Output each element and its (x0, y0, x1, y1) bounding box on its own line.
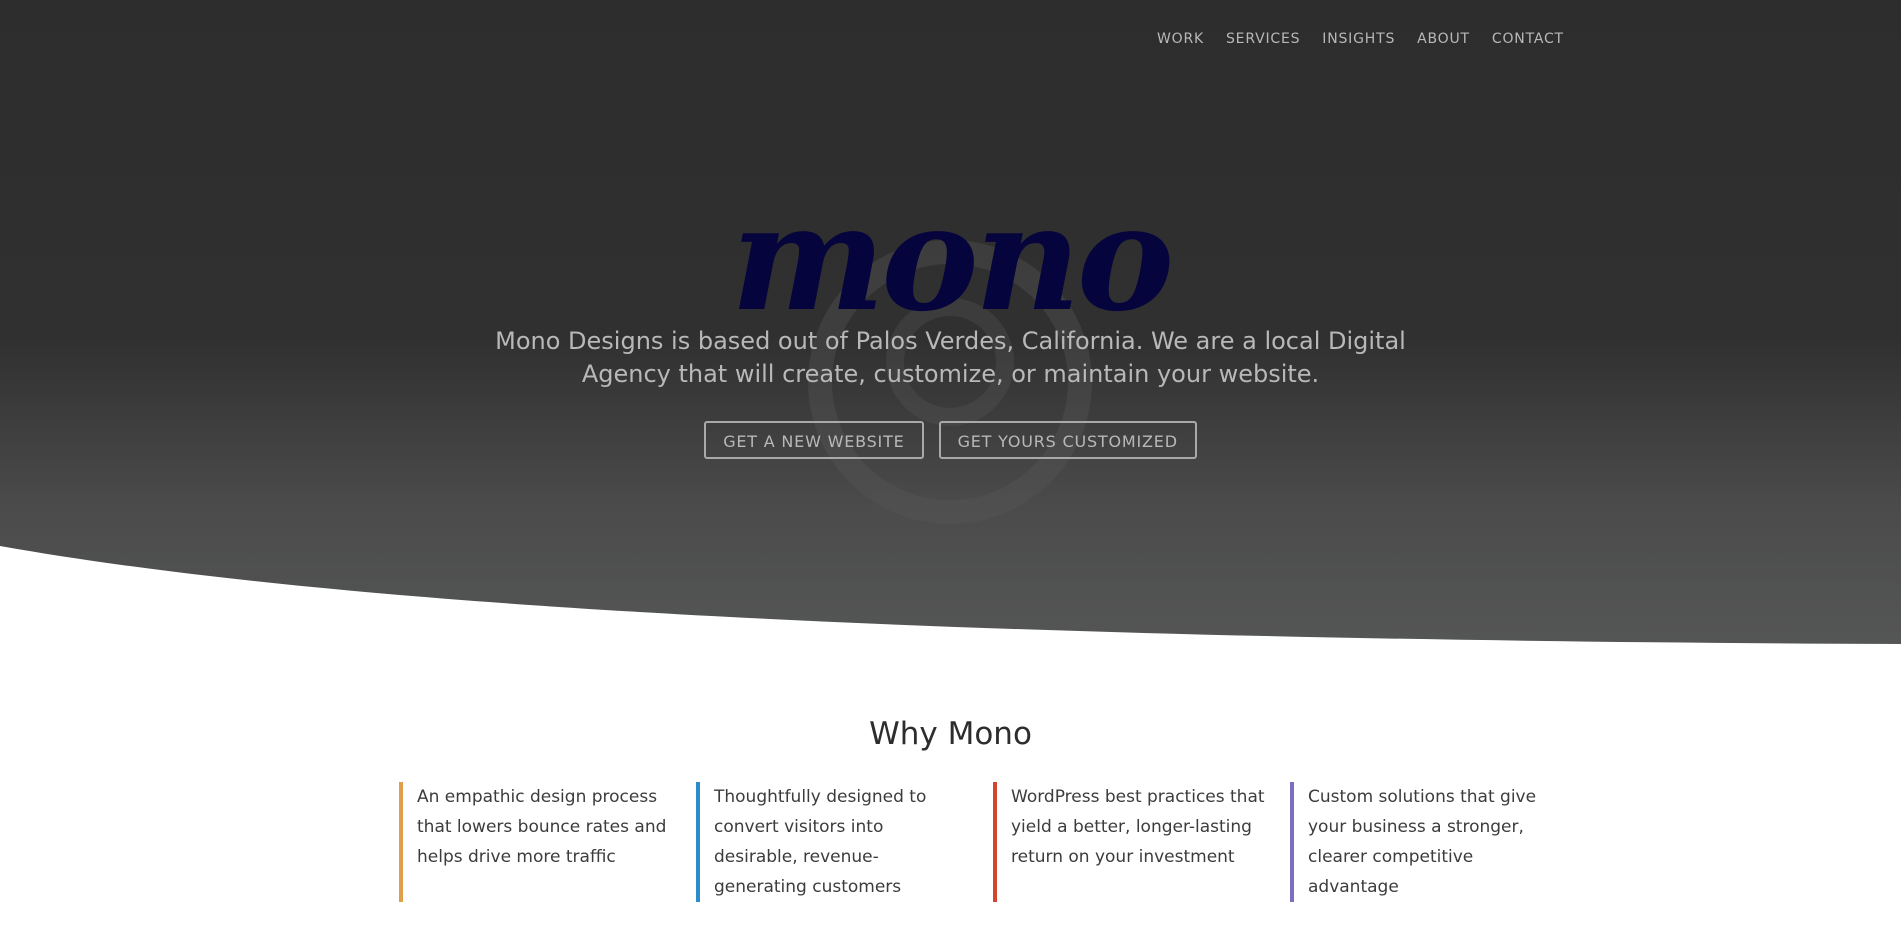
feature-item: Custom solutions that give your business… (1290, 782, 1569, 902)
hero-tagline-line-2: Agency that will create, customize, or m… (581, 360, 1320, 388)
hero-tagline: Mono Designs is based out of Palos Verde… (0, 325, 1901, 391)
nav-services[interactable]: SERVICES (1226, 31, 1300, 47)
page: WORK SERVICES INSIGHTS ABOUT CONTACT mon… (0, 0, 1901, 938)
get-customized-button[interactable]: GET YOURS CUSTOMIZED (938, 421, 1197, 459)
nav-work[interactable]: WORK (1157, 31, 1204, 47)
nav-insights[interactable]: INSIGHTS (1322, 31, 1395, 47)
site-logo[interactable]: mono (0, 186, 1901, 332)
feature-item: WordPress best practices that yield a be… (993, 782, 1272, 902)
feature-item: An empathic design process that lowers b… (399, 782, 678, 902)
nav-contact[interactable]: CONTACT (1492, 31, 1564, 47)
features-row: An empathic design process that lowers b… (399, 782, 1587, 902)
nav-about[interactable]: ABOUT (1417, 31, 1470, 47)
why-mono-heading: Why Mono (869, 716, 1032, 752)
feature-item: Thoughtfully designed to convert visitor… (696, 782, 975, 902)
hero-tagline-line-1: Mono Designs is based out of Palos Verde… (495, 327, 1406, 355)
hero-cta-group: GET A NEW WEBSITE GET YOURS CUSTOMIZED (0, 421, 1901, 459)
main-nav: WORK SERVICES INSIGHTS ABOUT CONTACT (1157, 31, 1564, 47)
get-new-website-button[interactable]: GET A NEW WEBSITE (704, 421, 924, 459)
hero-section: WORK SERVICES INSIGHTS ABOUT CONTACT mon… (0, 0, 1901, 650)
